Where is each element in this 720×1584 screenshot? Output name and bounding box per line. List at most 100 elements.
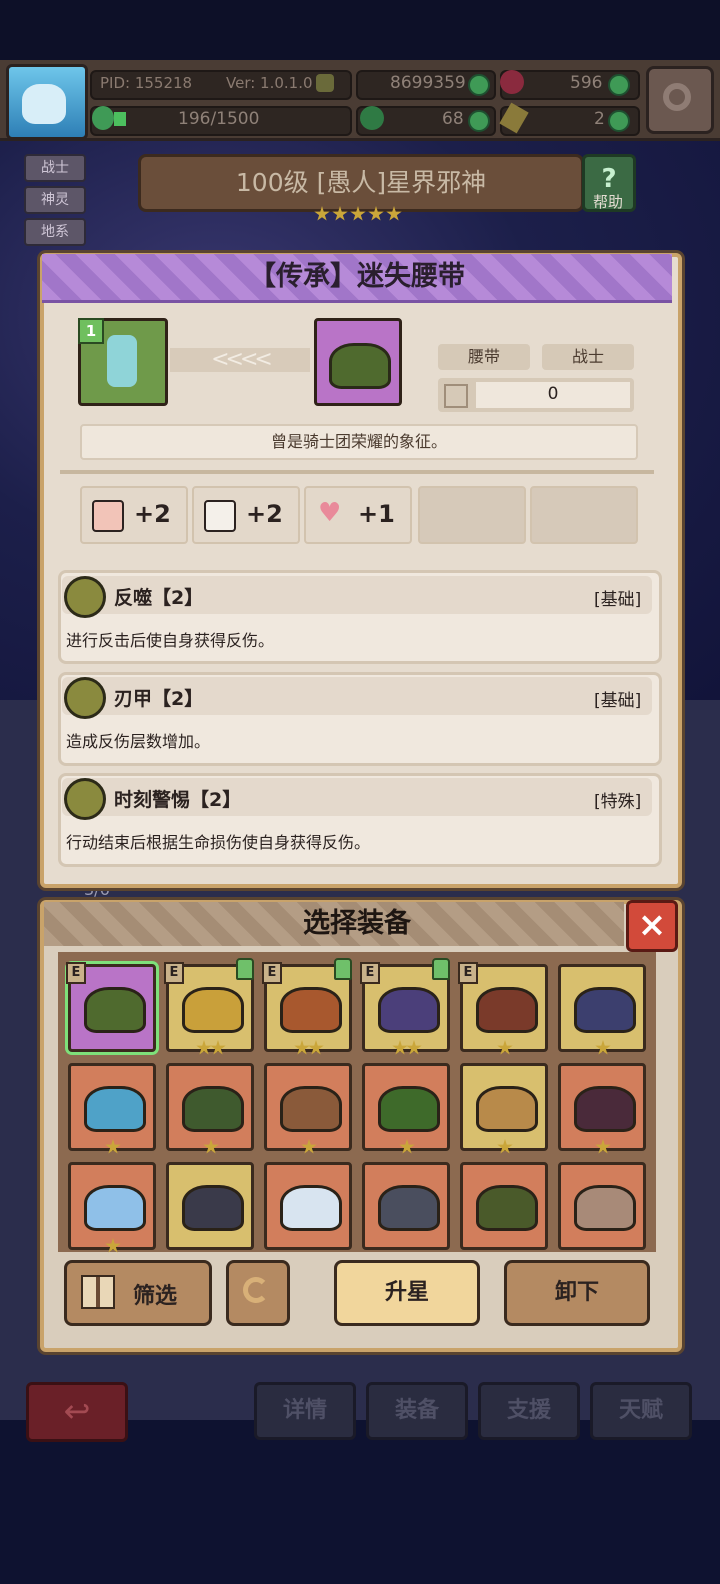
side-tab-warrior[interactable]: 战士 <box>24 154 86 182</box>
equipment-slot[interactable] <box>166 1063 254 1151</box>
belt-icon <box>476 1086 538 1132</box>
belt-icon <box>182 1086 244 1132</box>
upgrade-star-button[interactable]: 升星 <box>334 1260 480 1326</box>
select-equipment-title: 选择装备 <box>303 908 411 939</box>
heart-icon: ♥ <box>318 498 342 528</box>
gem-icon <box>500 70 524 94</box>
equipment-slot[interactable] <box>68 1162 156 1250</box>
grid-icon <box>81 1275 115 1309</box>
stat-magic-value: +2 <box>246 500 283 528</box>
game-version: Ver: 1.0.1.0 <box>226 74 313 92</box>
close-button[interactable]: × <box>626 900 678 952</box>
exp-bar-fill <box>114 112 126 126</box>
belt-icon <box>182 1185 244 1231</box>
equipped-item-slot <box>314 318 402 406</box>
skill-icon <box>64 778 106 820</box>
equip-arrow: <<<< <box>170 348 310 372</box>
belt-icon <box>280 1185 342 1231</box>
belt-icon <box>476 1185 538 1231</box>
fist-icon <box>92 500 124 532</box>
equipment-slot[interactable] <box>166 1162 254 1250</box>
equipped-badge: E <box>164 962 184 984</box>
slot-grid-icon <box>444 384 468 408</box>
currency-main-value: 8699359 <box>390 73 466 93</box>
equipment-slot[interactable] <box>558 964 646 1052</box>
belt-icon <box>84 1185 146 1231</box>
item-class-tag: 战士 <box>542 344 634 370</box>
equipment-slot[interactable] <box>558 1162 646 1250</box>
equipment-slot[interactable] <box>362 1063 450 1151</box>
belt-icon <box>84 987 146 1033</box>
back-button[interactable]: ↩ <box>26 1382 128 1442</box>
unequip-button[interactable]: 卸下 <box>504 1260 650 1326</box>
belt-icon <box>329 343 391 389</box>
recommend-icon <box>334 958 352 980</box>
section-divider <box>60 470 654 474</box>
stat-health: ♥ +1 <box>304 486 412 544</box>
avatar-face <box>22 84 66 124</box>
stat-health-value: +1 <box>358 500 395 528</box>
skill-desc: 造成反伤层数增加。 <box>66 732 211 751</box>
gear-icon <box>663 83 691 111</box>
stat-empty-slot <box>530 486 638 544</box>
item-count-value: 0 <box>547 384 559 404</box>
clover-value: 68 <box>442 109 464 129</box>
settings-button[interactable] <box>646 66 714 134</box>
equipment-slot[interactable] <box>558 1063 646 1151</box>
close-icon: × <box>637 905 667 945</box>
book-icon <box>204 500 236 532</box>
level-badge: 1 <box>78 318 104 344</box>
skill-desc: 行动结束后根据生命损伤使自身获得反伤。 <box>66 833 371 852</box>
equipped-badge: E <box>262 962 282 984</box>
add-gem-icon[interactable] <box>608 74 630 96</box>
recommend-icon <box>432 958 450 980</box>
recommend-icon <box>236 958 254 980</box>
item-type-tag: 腰带 <box>438 344 530 370</box>
equipped-badge: E <box>66 962 86 984</box>
equipment-slot[interactable] <box>362 1162 450 1250</box>
skill-tag: [基础] <box>594 691 642 711</box>
equipment-slot[interactable] <box>460 1162 548 1250</box>
equipment-slot[interactable] <box>264 1063 352 1151</box>
belt-icon <box>574 1185 636 1231</box>
coin-small-icon <box>316 74 334 92</box>
add-currency-icon[interactable] <box>468 74 490 96</box>
skill-icon <box>64 576 106 618</box>
tab-equipment[interactable]: 装备 <box>366 1382 468 1440</box>
belt-icon <box>280 987 342 1033</box>
refresh-button[interactable] <box>226 1260 290 1326</box>
player-id: PID: 155218 <box>100 74 193 92</box>
belt-icon <box>378 987 440 1033</box>
equipment-slot[interactable] <box>68 1063 156 1151</box>
tab-talent[interactable]: 天赋 <box>590 1382 692 1440</box>
equipped-badge: E <box>360 962 380 984</box>
item-description: 曾是骑士团荣耀的象征。 <box>80 424 638 460</box>
tab-support[interactable]: 支援 <box>478 1382 580 1440</box>
skill-tag: [基础] <box>594 590 642 610</box>
help-label: 帮助 <box>592 193 623 211</box>
add-key-icon[interactable] <box>608 110 630 132</box>
side-tab-earth[interactable]: 地系 <box>24 218 86 246</box>
skill-name: 刃甲【2】 <box>114 688 204 710</box>
tab-details[interactable]: 详情 <box>254 1382 356 1440</box>
belt-icon <box>182 987 244 1033</box>
side-tab-deity[interactable]: 神灵 <box>24 186 86 214</box>
add-clover-icon[interactable] <box>468 110 490 132</box>
filter-button[interactable]: 筛选 <box>64 1260 212 1326</box>
equipment-slot[interactable] <box>264 1162 352 1250</box>
belt-icon <box>574 1086 636 1132</box>
belt-icon <box>280 1086 342 1132</box>
refresh-icon <box>243 1277 269 1303</box>
filter-label: 筛选 <box>133 1284 178 1309</box>
stat-attack: +2 <box>80 486 188 544</box>
key-value: 2 <box>594 109 605 129</box>
character-figure <box>107 335 137 387</box>
equipment-slot[interactable] <box>460 1063 548 1151</box>
stat-empty-slot <box>418 486 526 544</box>
exp-value: 196/1500 <box>178 109 260 129</box>
stat-magic: +2 <box>192 486 300 544</box>
skill-tag: [特殊] <box>594 792 642 812</box>
boss-title: 100级 [愚人]星界邪神 <box>138 154 584 212</box>
bottom-background <box>0 1420 720 1584</box>
skill-icon <box>64 677 106 719</box>
